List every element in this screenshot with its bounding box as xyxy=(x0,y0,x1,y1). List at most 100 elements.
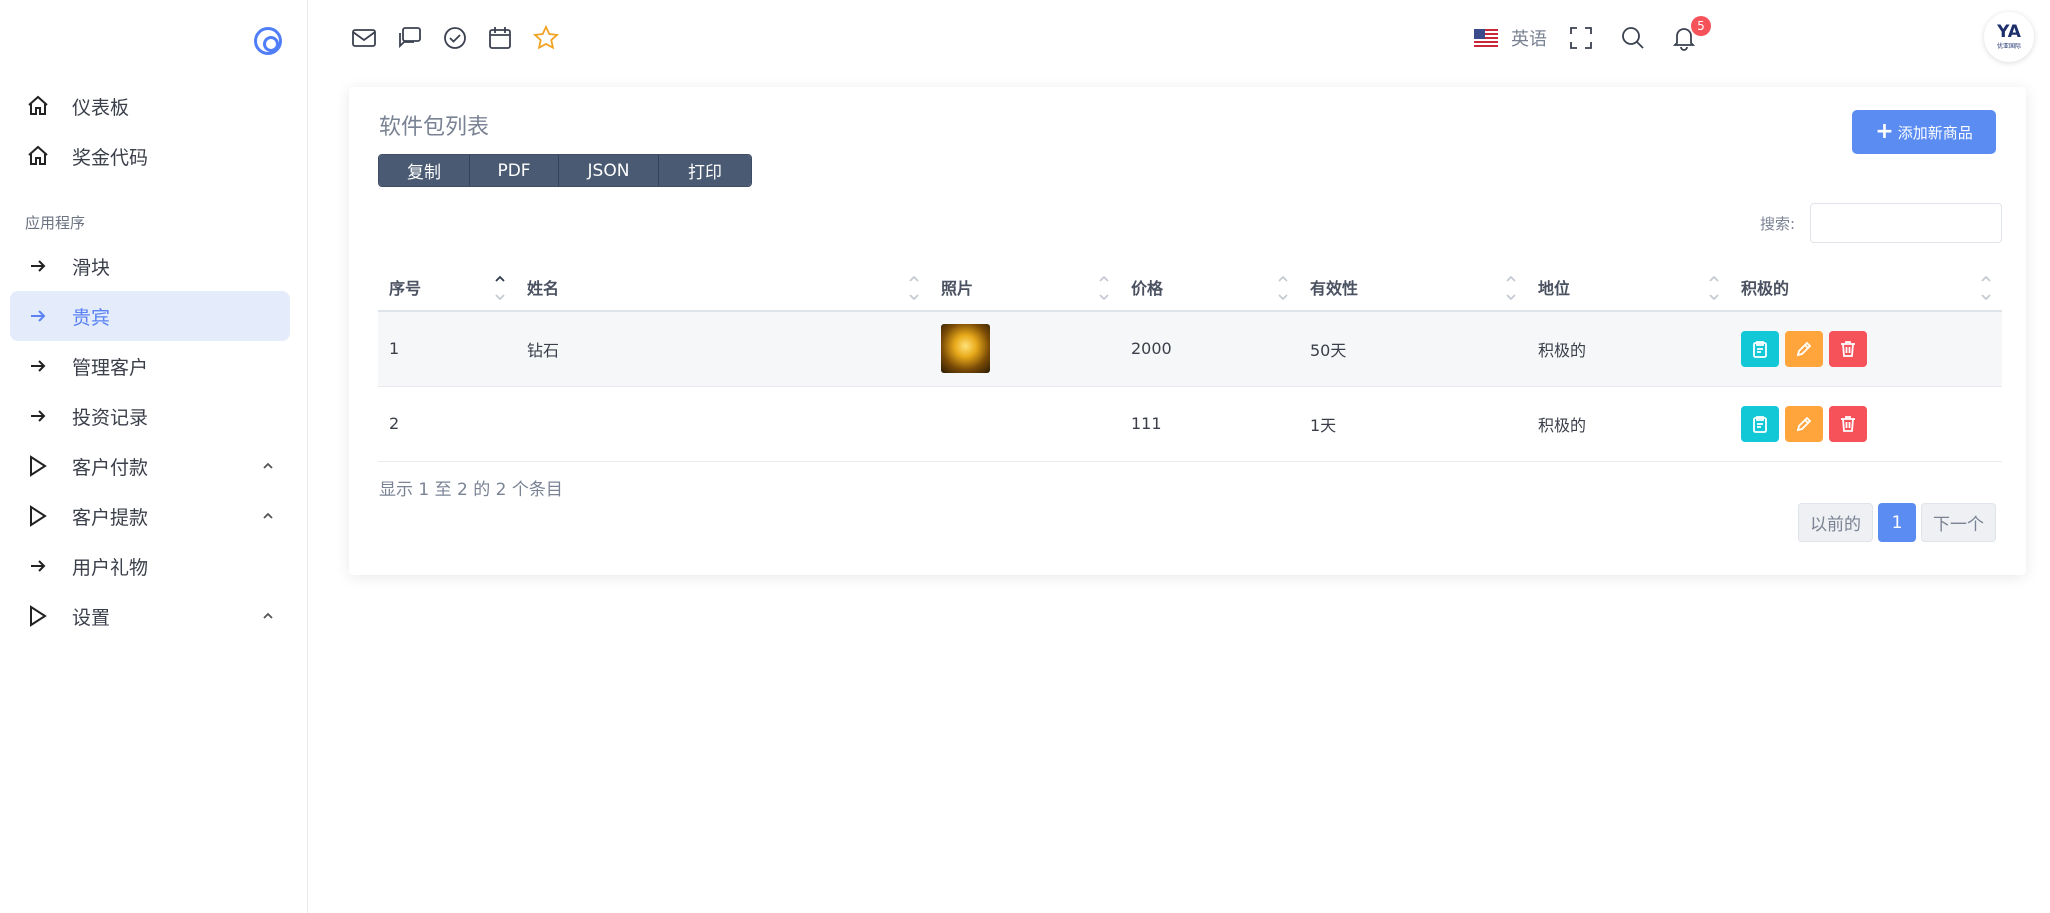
cell-status: 积极的 xyxy=(1527,386,1730,462)
sidebar-item-bonus-code[interactable]: 奖金代码 xyxy=(10,131,290,181)
delete-button[interactable] xyxy=(1829,330,1867,367)
chevron-up-icon xyxy=(263,612,273,619)
search-icon[interactable] xyxy=(1619,24,1647,52)
arrow-right-icon xyxy=(26,404,50,428)
sidebar-item-label: 客户付款 xyxy=(72,456,149,479)
sidebar-item-label: 设置 xyxy=(72,606,111,629)
column-header-photo[interactable]: 照片 xyxy=(930,263,1120,312)
edit-button[interactable] xyxy=(1785,405,1823,442)
pdf-button[interactable]: PDF xyxy=(470,155,559,186)
column-header-price[interactable]: 价格 xyxy=(1120,263,1299,312)
cell-name: 钻石 xyxy=(516,311,930,387)
calendar-icon[interactable] xyxy=(486,24,514,52)
check-circle-icon[interactable] xyxy=(441,24,469,52)
trash-icon xyxy=(1841,415,1855,432)
cell-price: 111 xyxy=(1120,386,1299,462)
sidebar-item-label: 用户礼物 xyxy=(72,556,149,579)
column-header-validity[interactable]: 有效性 xyxy=(1299,263,1527,312)
sort-icon xyxy=(1506,275,1516,301)
add-new-item-button[interactable]: + 添加新商品 xyxy=(1852,110,1996,154)
sidebar-item-label: 投资记录 xyxy=(72,406,149,429)
play-icon xyxy=(26,604,50,628)
table-info: 显示 1 至 2 的 2 个条目 xyxy=(379,480,563,500)
column-header-id[interactable]: 序号 xyxy=(378,263,516,312)
copy-button[interactable]: 复制 xyxy=(379,155,470,186)
chat-icon[interactable] xyxy=(396,24,424,52)
export-button-group: 复制 PDF JSON 打印 xyxy=(378,154,752,187)
cell-name xyxy=(516,386,930,462)
arrow-right-icon xyxy=(26,554,50,578)
sidebar-item-investment-records[interactable]: 投资记录 xyxy=(10,391,290,441)
next-page-button[interactable]: 下一个 xyxy=(1921,503,1996,542)
us-flag-icon xyxy=(1474,29,1498,47)
page-title: 软件包列表 xyxy=(379,115,490,140)
sidebar-item-label: 贵宾 xyxy=(72,306,111,329)
chevron-up-icon xyxy=(263,512,273,519)
mail-icon[interactable] xyxy=(350,24,378,52)
arrow-right-icon xyxy=(26,254,50,278)
sidebar-item-label: 仪表板 xyxy=(72,96,130,119)
play-icon xyxy=(26,454,50,478)
language-selector[interactable]: 英语 xyxy=(1511,25,1547,51)
home-icon xyxy=(26,94,50,118)
fullscreen-icon[interactable] xyxy=(1567,24,1595,52)
sidebar-toggle-icon[interactable] xyxy=(254,27,282,55)
package-list-card: 软件包列表 复制 PDF JSON 打印 + 添加新商品 搜索: 序号 姓名 照… xyxy=(349,87,2026,575)
sort-icon xyxy=(1278,275,1288,301)
sidebar-item-customer-withdrawals[interactable]: 客户提款 xyxy=(10,491,290,541)
column-header-name[interactable]: 姓名 xyxy=(516,263,930,312)
sidebar-item-user-gifts[interactable]: 用户礼物 xyxy=(10,541,290,591)
sort-icon xyxy=(495,275,505,301)
play-icon xyxy=(26,504,50,528)
avatar[interactable]: YA 优亚国际 xyxy=(1984,12,2034,62)
pencil-icon xyxy=(1796,341,1812,356)
cell-price: 2000 xyxy=(1120,311,1299,387)
cell-id: 2 xyxy=(378,386,516,462)
arrow-right-icon xyxy=(26,304,50,328)
edit-button[interactable] xyxy=(1785,330,1823,367)
table-row: 2 111 1天 积极的 xyxy=(378,386,2002,462)
clipboard-icon xyxy=(1753,415,1767,433)
sidebar-item-vip[interactable]: 贵宾 xyxy=(10,291,290,341)
sort-icon xyxy=(1099,275,1109,301)
search-label: 搜索: xyxy=(1760,215,1796,233)
sidebar-item-customer-payments[interactable]: 客户付款 xyxy=(10,441,290,491)
column-header-status[interactable]: 地位 xyxy=(1527,263,1730,312)
plus-icon: + xyxy=(1875,119,1894,144)
pagination: 以前的 1 下一个 xyxy=(1798,503,1996,542)
sort-icon xyxy=(909,275,919,301)
home-icon xyxy=(26,144,50,168)
sort-icon xyxy=(1981,275,1991,301)
package-table: 序号 姓名 照片 价格 有效性 地位 积极的 1 钻石 2000 50天 积极的… xyxy=(378,263,2002,462)
sidebar-item-manage-customers[interactable]: 管理客户 xyxy=(10,341,290,391)
arrow-right-icon xyxy=(26,354,50,378)
cell-actions xyxy=(1730,311,2002,387)
sidebar-item-settings[interactable]: 设置 xyxy=(10,591,290,641)
cell-status: 积极的 xyxy=(1527,311,1730,387)
sort-icon xyxy=(1709,275,1719,301)
sidebar-item-slider[interactable]: 滑块 xyxy=(10,241,290,291)
notification-badge: 5 xyxy=(1691,16,1711,36)
cell-validity: 50天 xyxy=(1299,311,1527,387)
delete-button[interactable] xyxy=(1829,405,1867,442)
sidebar-item-dashboard[interactable]: 仪表板 xyxy=(10,81,290,131)
json-button[interactable]: JSON xyxy=(559,155,659,186)
cell-actions xyxy=(1730,386,2002,462)
column-header-actions[interactable]: 积极的 xyxy=(1730,263,2002,312)
sidebar-item-label: 管理客户 xyxy=(72,356,149,379)
sidebar: 仪表板 奖金代码 应用程序 滑块 贵宾 管理客户 投资记录 客户付款 客户提款 … xyxy=(0,0,308,913)
sidebar-section-label: 应用程序 xyxy=(25,214,86,232)
previous-page-button[interactable]: 以前的 xyxy=(1798,503,1873,542)
view-button[interactable] xyxy=(1741,405,1779,442)
cell-photo xyxy=(930,311,1120,387)
sidebar-item-label: 滑块 xyxy=(72,256,111,279)
page-1-button[interactable]: 1 xyxy=(1878,503,1916,542)
view-button[interactable] xyxy=(1741,330,1779,367)
print-button[interactable]: 打印 xyxy=(659,155,751,186)
avatar-logo-sub: 优亚国际 xyxy=(1996,43,2021,50)
trash-icon xyxy=(1841,340,1855,357)
search-input[interactable] xyxy=(1810,203,2002,243)
cell-photo xyxy=(930,386,1120,462)
star-icon[interactable] xyxy=(532,24,560,52)
sidebar-item-label: 客户提款 xyxy=(72,506,149,529)
